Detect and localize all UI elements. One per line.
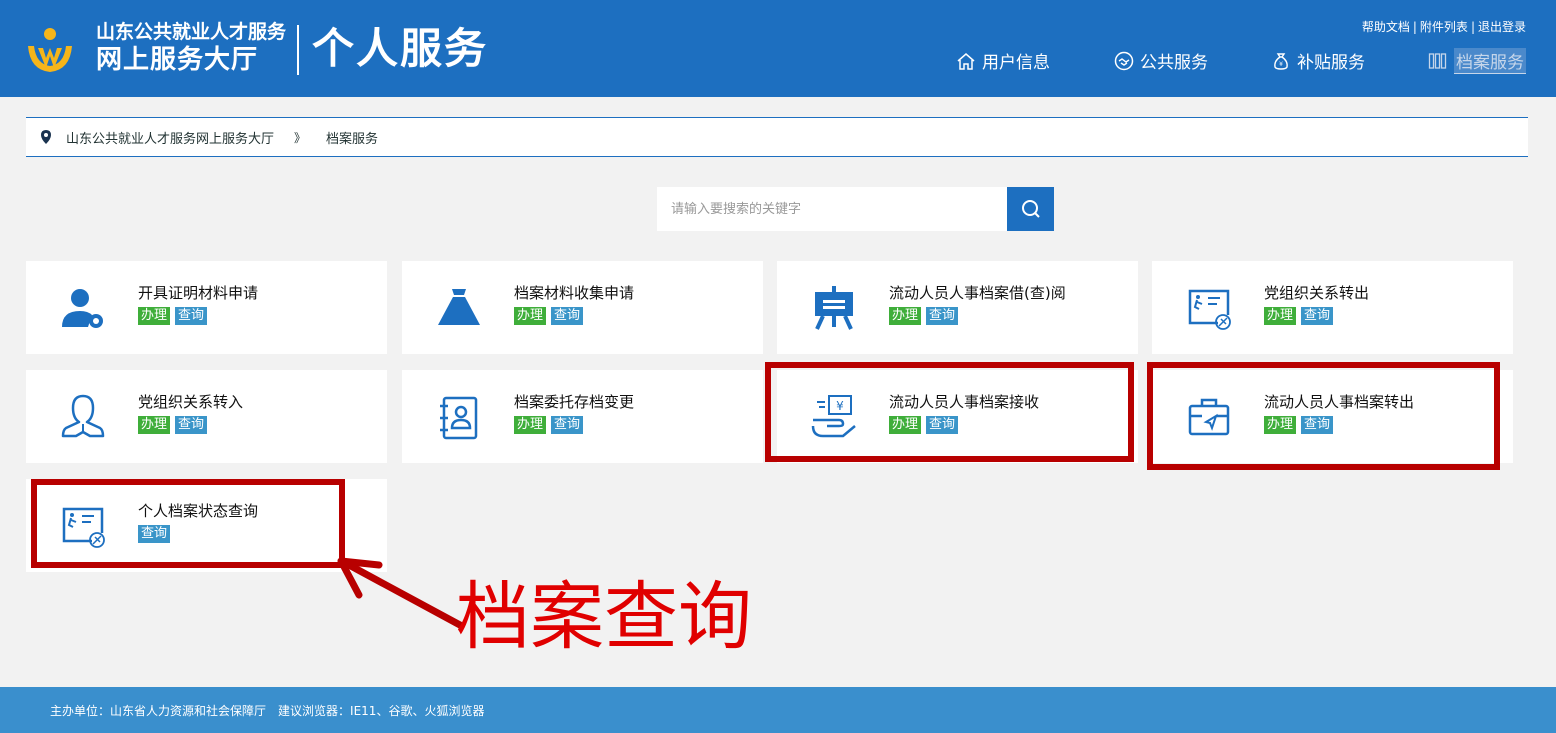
nav-public-service[interactable]: 公共服务: [1114, 48, 1208, 73]
highlight-box-archive-transfer-out: [1147, 362, 1500, 470]
annotation-text: 档案查询: [456, 574, 752, 660]
nav-user-info[interactable]: 用户信息: [956, 48, 1050, 73]
service-card-archive-change[interactable]: 档案委托存档变更 办理 查询: [402, 370, 763, 463]
home-icon: [957, 52, 975, 70]
breadcrumb-current: 档案服务: [326, 131, 379, 147]
funnel-icon: [438, 289, 480, 325]
highlight-box-archive-status-query: [31, 479, 345, 568]
handle-button[interactable]: 办理: [138, 307, 171, 325]
header: 山东公共就业人才服务 网上服务大厅 个人服务 帮助文档 | 附件列表 | 退出登录 用户…: [0, 0, 1556, 97]
search-input[interactable]: [657, 187, 1007, 231]
highlight-box-archive-receive: [765, 362, 1134, 462]
footer-browser-label: 建议浏览器：: [278, 703, 351, 718]
nav-archive-service[interactable]: 档案服务: [1428, 48, 1526, 74]
handshake-icon: [1114, 51, 1134, 70]
query-button[interactable]: 查询: [175, 416, 208, 434]
query-button[interactable]: 查询: [175, 307, 208, 325]
annotation-arrow-icon: [337, 557, 464, 629]
breadcrumb-separator: 》: [294, 130, 307, 145]
contact-book-icon: [440, 396, 478, 440]
service-card-party-transfer-out[interactable]: 党组织关系转出 办理 查询: [1152, 261, 1513, 354]
top-links: 帮助文档 | 附件列表 | 退出登录: [1361, 20, 1526, 34]
money-bag-icon: ¥: [1274, 52, 1288, 70]
person-outline-icon: [61, 394, 105, 438]
main-nav: 用户信息 公共服务 ¥ 补贴服务 档案服务: [0, 48, 1556, 76]
footer-sponsor: 山东省人力资源和社会保障厅: [110, 703, 267, 718]
query-button[interactable]: 查询: [551, 416, 584, 434]
service-title: 流动人员人事档案借(查)阅: [889, 284, 1066, 302]
service-card-party-transfer-in[interactable]: 党组织关系转入 办理 查询: [26, 370, 387, 463]
query-button[interactable]: 查询: [926, 307, 959, 325]
handle-button[interactable]: 办理: [138, 416, 171, 434]
service-card-certificate[interactable]: 开具证明材料申请 办理 查询: [26, 261, 387, 354]
query-button[interactable]: 查询: [1301, 307, 1334, 325]
search-bar: [657, 187, 1054, 231]
user-settings-icon: [62, 289, 103, 328]
help-docs-link[interactable]: 帮助文档: [1362, 20, 1410, 34]
breadcrumb: 山东公共就业人才服务网上服务大厅 》 档案服务: [26, 117, 1528, 157]
service-card-material-collection[interactable]: 档案材料收集申请 办理 查询: [402, 261, 763, 354]
search-button[interactable]: [1007, 187, 1054, 231]
handle-button[interactable]: 办理: [889, 307, 922, 325]
service-title: 档案材料收集申请: [514, 284, 635, 302]
logout-link[interactable]: 退出登录: [1478, 20, 1526, 34]
handle-button[interactable]: 办理: [1264, 307, 1297, 325]
search-icon: [1021, 200, 1040, 218]
handle-button[interactable]: 办理: [514, 307, 547, 325]
query-button[interactable]: 查询: [551, 307, 584, 325]
footer: 主办单位： 山东省人力资源和社会保障厅 建议浏览器： IE11、谷歌、火狐浏览器: [0, 687, 1556, 733]
archive-icon: [1428, 53, 1447, 69]
attachments-link[interactable]: 附件列表: [1420, 20, 1468, 34]
footer-sponsor-label: 主办单位：: [50, 703, 111, 718]
service-title: 党组织关系转入: [138, 393, 244, 411]
transfer-card-icon: [1188, 289, 1231, 330]
service-title: 开具证明材料申请: [138, 284, 259, 302]
footer-browsers: IE11、谷歌、火狐浏览器: [350, 703, 485, 718]
nav-subsidy-service[interactable]: ¥ 补贴服务: [1271, 48, 1365, 73]
service-title: 党组织关系转出: [1264, 284, 1370, 302]
breadcrumb-root[interactable]: 山东公共就业人才服务网上服务大厅: [66, 128, 274, 147]
org-name: 山东公共就业人才服务: [96, 21, 287, 43]
easel-icon: [815, 286, 853, 330]
service-card-archive-borrow[interactable]: 流动人员人事档案借(查)阅 办理 查询: [777, 261, 1138, 354]
location-pin-icon: [41, 130, 51, 144]
handle-button[interactable]: 办理: [514, 416, 547, 434]
service-title: 档案委托存档变更: [514, 393, 635, 411]
svg-text:¥: ¥: [1279, 61, 1283, 68]
